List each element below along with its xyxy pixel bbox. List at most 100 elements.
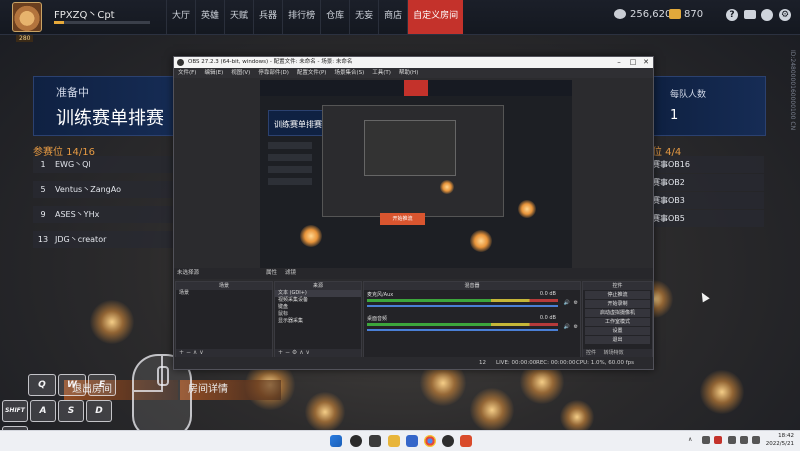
minimize-icon[interactable]: – xyxy=(613,57,625,68)
volume-icon[interactable] xyxy=(740,436,748,444)
nav-item-custom-room[interactable]: 自定义房间 xyxy=(407,0,464,34)
nav-item-leaderboard[interactable]: 排行榜 xyxy=(282,0,320,34)
obs-window: OBS 27.2.3 (64-bit, windows) - 配置文件: 未命名… xyxy=(173,56,654,370)
game-icon[interactable] xyxy=(460,435,472,447)
nav-item-shop[interactable]: 商店 xyxy=(378,0,407,34)
volume-slider[interactable] xyxy=(367,305,558,307)
properties-button[interactable]: 属性 xyxy=(262,268,281,279)
room-name: 训练赛单排赛 xyxy=(56,108,164,129)
remove-icon[interactable]: − xyxy=(285,349,290,356)
start-recording-button[interactable]: 开始录制 xyxy=(585,300,650,308)
speaker-icon[interactable]: 🔊 xyxy=(564,300,570,306)
obs-icon[interactable] xyxy=(442,435,454,447)
maximize-icon[interactable]: □ xyxy=(627,57,639,68)
start-virtual-camera-button[interactable]: 启动虚拟摄像机 xyxy=(585,309,650,317)
gear-icon[interactable]: ⚙ xyxy=(574,324,578,330)
move-down-icon[interactable]: ∨ xyxy=(199,349,203,356)
menu-edit[interactable]: 编辑(E) xyxy=(200,68,227,78)
source-item[interactable]: 键盘 xyxy=(275,304,361,311)
list-item[interactable]: 1 EWG丶Ql xyxy=(33,156,181,173)
stop-streaming-button[interactable]: 停止推流 xyxy=(585,291,650,299)
participant-list: 1 EWG丶Ql 5 Ventus丶ZangAo 9 ASES丶YHx 13 J… xyxy=(33,156,181,249)
key-w: W xyxy=(58,374,86,396)
windows-start-icon[interactable] xyxy=(330,435,342,447)
list-item[interactable]: 赛事OB5 xyxy=(652,210,764,227)
nav-item-talents[interactable]: 天赋 xyxy=(224,0,253,34)
bokeh-light xyxy=(305,392,345,432)
tray-app-icon[interactable] xyxy=(714,436,722,444)
input-method-icon[interactable] xyxy=(752,436,760,444)
clock-date: 2022/5/21 xyxy=(765,441,794,447)
studio-mode-button[interactable]: 工作室模式 xyxy=(585,318,650,326)
exit-button[interactable]: 退出 xyxy=(585,336,650,344)
key-s: S xyxy=(58,400,84,422)
list-item[interactable]: 赛事OB2 xyxy=(652,174,764,191)
chrome-icon[interactable] xyxy=(424,435,436,447)
obs-menu-bar: 文件(F) 编辑(E) 视图(V) 停靠部件(D) 配置文件(P) 场景集合(S… xyxy=(174,68,653,78)
cpu-fps: CPU: 1.0%, 60.00 fps xyxy=(576,360,635,366)
mixer-channel-name: 麦克风/Aux xyxy=(367,292,394,298)
source-item[interactable]: 鼠标 xyxy=(275,311,361,318)
menu-scene-collection[interactable]: 场景集合(S) xyxy=(330,68,368,78)
obs-preview[interactable]: 训练赛单排赛 开始推流 xyxy=(260,80,572,268)
volume-slider[interactable] xyxy=(367,329,558,331)
preview-bokeh xyxy=(470,230,492,252)
move-up-icon[interactable]: ∧ xyxy=(193,349,197,356)
volume-meter xyxy=(367,299,558,302)
file-explorer-icon[interactable] xyxy=(388,435,400,447)
speaker-icon[interactable]: 🔊 xyxy=(564,324,570,330)
menu-tools[interactable]: 工具(T) xyxy=(368,68,395,78)
team-size-panel xyxy=(652,76,766,136)
task-view-icon[interactable] xyxy=(369,435,381,447)
menu-docks[interactable]: 停靠部件(D) xyxy=(254,68,293,78)
mail-icon[interactable] xyxy=(744,10,756,19)
search-icon[interactable] xyxy=(350,435,362,447)
close-icon[interactable]: ✕ xyxy=(640,57,652,68)
tab-controls[interactable]: 控件 xyxy=(586,350,596,356)
scene-item[interactable]: 场景 xyxy=(176,290,272,297)
bokeh-light xyxy=(470,388,514,432)
move-down-icon[interactable]: ∨ xyxy=(306,349,310,356)
tray-chevron-icon[interactable]: ∧ xyxy=(688,436,696,444)
list-item[interactable]: 13 JDG丶creator xyxy=(33,231,181,248)
filters-button[interactable]: 滤镜 xyxy=(281,268,300,279)
source-item[interactable]: 文本 (GDI+) xyxy=(275,290,361,297)
settings-button[interactable]: 设置 xyxy=(585,327,650,335)
taskbar-clock[interactable]: 18:42 2022/5/21 xyxy=(766,432,794,448)
avatar[interactable] xyxy=(12,2,42,32)
nav-item-wuwang[interactable]: 无妄 xyxy=(349,0,378,34)
remove-icon[interactable]: − xyxy=(186,349,191,356)
windows-taskbar: ∧ 18:42 2022/5/21 xyxy=(0,430,800,451)
source-item[interactable]: 视频采集设备 xyxy=(275,297,361,304)
menu-help[interactable]: 帮助(H) xyxy=(395,68,422,78)
controls-tabs: 控件 转场特效 xyxy=(583,349,652,357)
nav-item-lobby[interactable]: 大厅 xyxy=(166,0,195,34)
menu-file[interactable]: 文件(F) xyxy=(174,68,200,78)
add-icon[interactable]: + xyxy=(278,349,283,356)
menu-view[interactable]: 视图(V) xyxy=(227,68,254,78)
gear-icon[interactable]: ⚙ xyxy=(292,349,297,356)
friends-icon[interactable] xyxy=(761,9,773,21)
nav-item-warehouse[interactable]: 仓库 xyxy=(320,0,349,34)
list-item[interactable]: 9 ASES丶YHx xyxy=(33,206,181,223)
settings-icon[interactable]: ⚙ xyxy=(779,9,791,21)
obs-title-bar: OBS 27.2.3 (64-bit, windows) - 配置文件: 未命名… xyxy=(174,57,653,68)
menu-profile[interactable]: 配置文件(P) xyxy=(293,68,331,78)
gear-icon[interactable]: ⚙ xyxy=(574,300,578,306)
add-icon[interactable]: + xyxy=(179,349,184,356)
source-item[interactable]: 显示器采集 xyxy=(275,318,361,325)
tray-app-icon[interactable] xyxy=(702,436,710,444)
tab-transitions[interactable]: 转场特效 xyxy=(604,350,624,356)
move-up-icon[interactable]: ∧ xyxy=(299,349,303,356)
sources-dock: 来源 文本 (GDI+) 视频采集设备 键盘 鼠标 显示器采集 + − ⚙ ∧ … xyxy=(274,281,362,358)
list-item[interactable]: 赛事OB16 xyxy=(652,156,764,173)
list-item[interactable]: 赛事OB3 xyxy=(652,192,764,209)
xp-bar xyxy=(54,21,150,24)
list-item[interactable]: 5 Ventus丶ZangAo xyxy=(33,181,181,198)
store-icon[interactable] xyxy=(406,435,418,447)
room-details-button[interactable]: 房间详情 xyxy=(180,380,281,400)
network-icon[interactable] xyxy=(728,436,736,444)
help-icon[interactable]: ? xyxy=(726,9,738,21)
nav-item-heroes[interactable]: 英雄 xyxy=(195,0,224,34)
nav-item-weapons[interactable]: 兵器 xyxy=(253,0,282,34)
